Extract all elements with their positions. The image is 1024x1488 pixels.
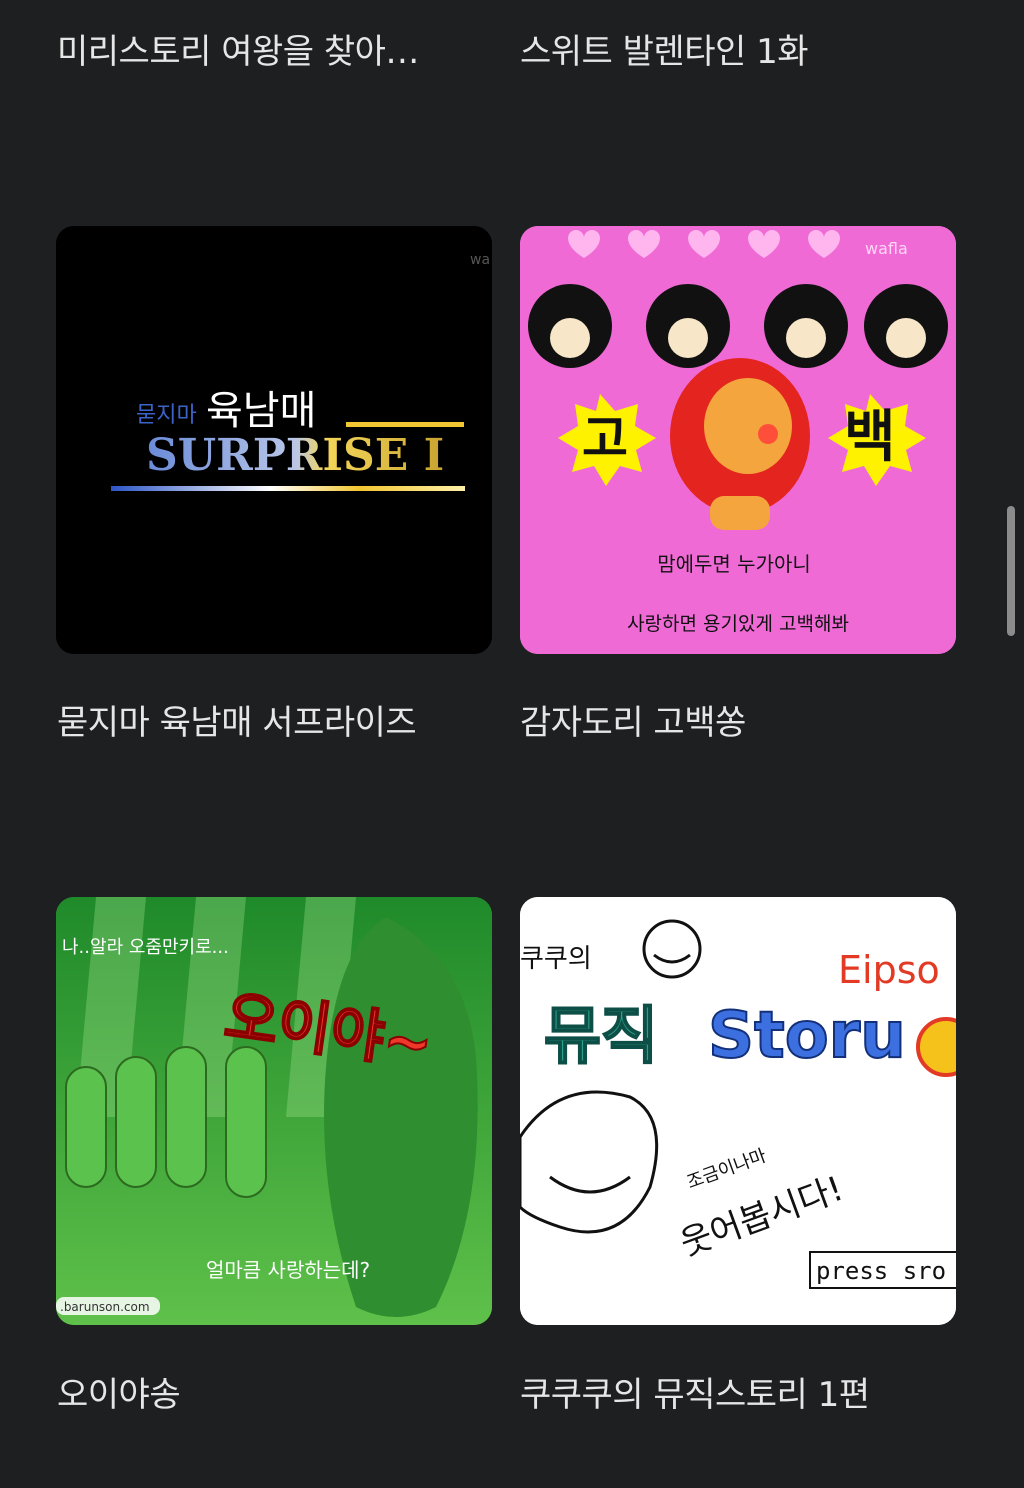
thumb-text-right: 백 [844, 405, 896, 470]
video-title[interactable]: 묻지마 육남매 서프라이즈 [57, 701, 467, 745]
video-thumbnail-gamjadori[interactable]: wafla 고 백 맘에두면 누가아니 사랑하면 용기있게 고백해봐 [520, 226, 956, 654]
thumb-text-press: press sro [816, 1257, 946, 1285]
video-title[interactable]: 쿠쿠쿠의 뮤직스토리 1편 [520, 1373, 930, 1417]
video-title[interactable]: 오이야송 [57, 1373, 467, 1417]
watermark: wafla [865, 239, 908, 258]
thumb-text-line2: 사랑하면 용기있게 고백해봐 [627, 613, 849, 635]
thumb-text-latin: SURPRISE I [146, 430, 444, 481]
video-grid: 미리스토리 여왕을 찾아… 스위트 발렌타인 1화 묻지마 육남매 SURPRI… [0, 0, 1024, 1488]
thumb-text-top: 쿠쿠의 [520, 944, 592, 974]
watermark: wa [470, 252, 490, 268]
site-text: .barunson.com [60, 1300, 150, 1314]
video-title[interactable]: 감자도리 고백쏭 [520, 701, 930, 745]
thumb-text-bottom: 얼마큼 사랑하는데? [206, 1258, 370, 1282]
thumb-text-episode: Eipso [838, 948, 940, 992]
thumb-text-top: 나..알라 오줌만키로... [62, 937, 229, 958]
video-title[interactable]: 스위트 발렌타인 1화 [520, 30, 930, 74]
thumb-text-line1: 맘에두면 누가아니 [657, 552, 811, 576]
thumbnail-image: 쿠쿠의 Eipso 뮤직 Storu 조금이나마 웃어봅시다! press sr… [520, 897, 956, 1325]
thumbnail-image: 묻지마 육남매 SURPRISE I wa [56, 226, 492, 654]
thumb-text-title-ko: 뮤직 [544, 999, 658, 1072]
thumb-text-left: 고 [582, 410, 628, 468]
thumb-text-title-en: Storu [708, 999, 906, 1073]
thumbnail-image: 오이야~ 나..알라 오줌만키로... 얼마큼 사랑하는데? .barunson… [56, 897, 492, 1325]
thumb-text-small: 묻지마 [136, 403, 197, 428]
scrollbar[interactable] [1007, 506, 1015, 636]
video-thumbnail-oiya[interactable]: 오이야~ 나..알라 오줌만키로... 얼마큼 사랑하는데? .barunson… [56, 897, 492, 1325]
thumb-text-big: 육남매 [206, 388, 316, 434]
thumbnail-image: wafla 고 백 맘에두면 누가아니 사랑하면 용기있게 고백해봐 [520, 226, 956, 654]
video-title[interactable]: 미리스토리 여왕을 찾아… [57, 30, 467, 74]
video-thumbnail-kukuku[interactable]: 쿠쿠의 Eipso 뮤직 Storu 조금이나마 웃어봅시다! press sr… [520, 897, 956, 1325]
video-thumbnail-surprise[interactable]: 묻지마 육남매 SURPRISE I wa [56, 226, 492, 654]
